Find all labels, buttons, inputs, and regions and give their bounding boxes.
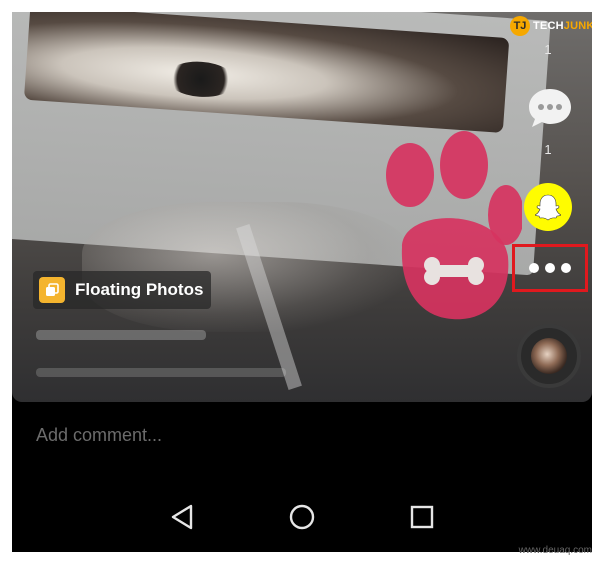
- more-dots-icon: [529, 263, 539, 273]
- recents-button[interactable]: [407, 502, 437, 532]
- comment-count: 1: [544, 142, 552, 157]
- sound-avatar[interactable]: [517, 324, 581, 388]
- video-player[interactable]: Floating Photos: [12, 12, 592, 402]
- blurred-username: [36, 330, 206, 340]
- paw-sticker-icon: [386, 131, 522, 320]
- snapchat-share-button[interactable]: [524, 183, 572, 231]
- blurred-sound-info: [36, 368, 286, 377]
- home-button[interactable]: [287, 502, 317, 532]
- back-triangle-icon: [171, 504, 193, 530]
- recents-square-icon: [410, 505, 434, 529]
- home-circle-icon: [289, 504, 315, 530]
- effect-tag[interactable]: Floating Photos: [33, 271, 211, 309]
- android-nav-bar: [12, 492, 592, 542]
- watermark: www.deuaq.com: [518, 545, 592, 556]
- snapchat-ghost-icon: [535, 194, 561, 221]
- comment-icon[interactable]: [527, 86, 573, 130]
- like-count: 1: [544, 42, 552, 57]
- more-dots-icon: [561, 263, 571, 273]
- logo-text-part2: JUNKIE: [563, 20, 592, 32]
- effect-label: Floating Photos: [75, 280, 204, 299]
- more-dots-icon: [545, 263, 555, 273]
- logo-text-part1: TECH: [533, 20, 564, 32]
- logo-mark: TJ: [510, 16, 530, 36]
- techjunkie-logo: TJ TECHJUNKIE: [510, 15, 592, 37]
- back-button[interactable]: [167, 502, 197, 532]
- floating-photos-icon: [39, 277, 65, 303]
- comment-input[interactable]: Add comment...: [36, 425, 162, 446]
- dog-fur: [82, 202, 412, 332]
- phone-screen: Floating Photos 1 1 Add comment... TJ TE…: [12, 12, 592, 552]
- sound-avatar-image: [531, 338, 567, 374]
- logo-text: TECHJUNKIE: [533, 20, 592, 32]
- frame-photo: [23, 12, 510, 133]
- more-options-button[interactable]: [512, 244, 588, 292]
